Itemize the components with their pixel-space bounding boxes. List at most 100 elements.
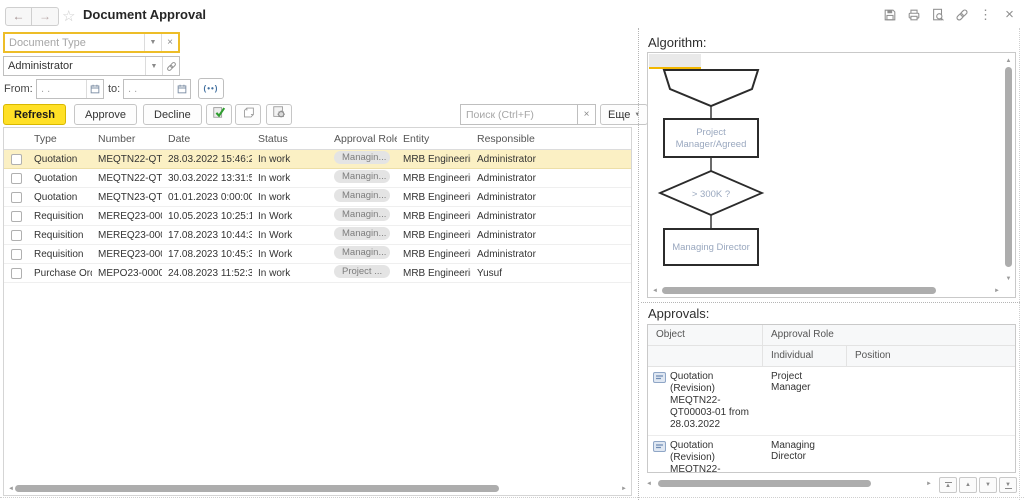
scroll-right-icon[interactable]: ►	[620, 486, 628, 492]
user-input[interactable]	[4, 57, 145, 75]
cell-number: MEREQ23-000...	[92, 249, 162, 260]
preview-icon[interactable]	[930, 7, 945, 22]
header-approval-role[interactable]: Approval Role	[763, 325, 1015, 345]
header-individual[interactable]: Individual	[763, 346, 847, 366]
scroll-left-icon[interactable]: ◄	[645, 481, 653, 487]
scroll-right-icon[interactable]: ►	[925, 481, 933, 487]
header-date[interactable]: Date	[162, 133, 252, 145]
back-button[interactable]: ←	[5, 7, 32, 26]
panel-splitter-vertical[interactable]	[638, 28, 639, 500]
algorithm-v-scrollbar[interactable]: ▲ ▼	[1004, 57, 1013, 283]
cell-type: Requisition	[28, 230, 92, 241]
approvals-h-scrollbar[interactable]: ◄ ►	[645, 479, 933, 488]
cell-entity: MRB Engineering ...	[397, 211, 471, 222]
user-field: ▼	[3, 56, 180, 76]
row-checkbox-cell	[4, 211, 28, 222]
document-type-clear-icon[interactable]: ×	[161, 34, 178, 51]
scroll-up-icon[interactable]: ▲	[1006, 57, 1012, 65]
panel-splitter-right[interactable]	[1019, 28, 1020, 500]
scroll-thumb[interactable]	[658, 480, 870, 487]
row-checkbox[interactable]	[11, 173, 22, 184]
more-menu-icon[interactable]: ⋮	[978, 7, 993, 22]
go-down-button[interactable]: ▼	[979, 477, 997, 493]
table-row[interactable]: RequisitionMEREQ23-000...17.08.2023 10:4…	[4, 226, 631, 245]
user-open-link-icon[interactable]	[162, 57, 179, 75]
document-type-dropdown-icon[interactable]: ▼	[144, 34, 161, 51]
row-checkbox[interactable]	[11, 230, 22, 241]
cell-status: In work	[252, 268, 328, 279]
scroll-left-icon[interactable]: ◄	[651, 288, 659, 294]
cell-entity: MRB Engineering ...	[397, 249, 471, 260]
cell-responsible: Administrator	[471, 173, 631, 184]
date-to-calendar-icon[interactable]	[173, 80, 190, 98]
scroll-left-icon[interactable]: ◄	[7, 486, 15, 492]
header-type[interactable]: Type	[28, 133, 92, 145]
header-position[interactable]: Position	[847, 346, 1015, 366]
search-input[interactable]	[460, 104, 578, 125]
scroll-right-icon[interactable]: ►	[993, 288, 1001, 294]
cell-responsible: Administrator	[471, 154, 631, 165]
cell-entity: MRB Engineering ...	[397, 268, 471, 279]
history-nav: ← →	[5, 7, 59, 26]
approve-button[interactable]: Approve	[74, 104, 137, 125]
document-type-input[interactable]	[5, 34, 144, 51]
row-checkbox-cell	[4, 230, 28, 241]
decline-button[interactable]: Decline	[143, 104, 202, 125]
header-number[interactable]: Number	[92, 133, 162, 145]
scroll-thumb[interactable]	[1005, 67, 1012, 267]
period-select-button[interactable]: (••)	[198, 78, 224, 99]
algorithm-h-scrollbar[interactable]: ◄ ►	[651, 286, 1001, 295]
date-to-input[interactable]	[124, 80, 173, 98]
cell-date: 24.08.2023 11:52:36	[162, 268, 252, 279]
save-icon[interactable]	[882, 7, 897, 22]
forward-button[interactable]: →	[32, 7, 59, 26]
header-status[interactable]: Status	[252, 133, 328, 145]
print-icon[interactable]	[906, 7, 921, 22]
table-row[interactable]: Purchase OrderMEPO23-0000424.08.2023 11:…	[4, 264, 631, 283]
report-settings-button[interactable]	[266, 104, 292, 125]
refresh-button[interactable]: Refresh	[3, 104, 66, 125]
header-approval-roles[interactable]: Approval Roles	[328, 133, 397, 145]
row-checkbox[interactable]	[11, 249, 22, 260]
row-checkbox[interactable]	[11, 154, 22, 165]
cell-type: Requisition	[28, 249, 92, 260]
documents-table-body: QuotationMEQTN22-QT0...28.03.2022 15:46:…	[4, 150, 631, 283]
table-row[interactable]: RequisitionMEREQ23-000...10.05.2023 10:2…	[4, 207, 631, 226]
go-up-button[interactable]: ▲	[959, 477, 977, 493]
header-object[interactable]: Object	[648, 325, 763, 345]
link-icon[interactable]	[954, 7, 969, 22]
approvals-row[interactable]: Quotation (Revision) MEQTN22-QT00003-01 …	[648, 367, 1015, 436]
copy-button[interactable]	[235, 104, 261, 125]
date-from-input[interactable]	[37, 80, 86, 98]
table-row[interactable]: RequisitionMEREQ23-000...17.08.2023 10:4…	[4, 245, 631, 264]
post-document-button[interactable]	[206, 104, 232, 125]
scroll-thumb[interactable]	[662, 287, 936, 294]
panel-splitter-horizontal[interactable]	[641, 302, 1020, 303]
documents-h-scrollbar[interactable]: ◄ ►	[7, 484, 628, 493]
table-row[interactable]: QuotationMEQTN23-QT0...01.01.2023 0:00:0…	[4, 188, 631, 207]
cell-status: In Work	[252, 249, 328, 260]
close-icon[interactable]: ×	[1002, 7, 1017, 22]
scroll-thumb[interactable]	[15, 485, 499, 492]
user-dropdown-icon[interactable]: ▼	[145, 57, 162, 75]
panel-splitter-bottom[interactable]	[0, 497, 1024, 498]
row-checkbox[interactable]	[11, 268, 22, 279]
row-checkbox[interactable]	[11, 211, 22, 222]
header-responsible[interactable]: Responsible	[471, 133, 631, 145]
approvals-row[interactable]: Quotation (Revision) MEQTN22-QT00003-01 …	[648, 436, 1015, 473]
go-last-button[interactable]: ▼	[999, 477, 1017, 493]
favorite-star-icon[interactable]: ☆	[62, 7, 75, 25]
scroll-down-icon[interactable]: ▼	[1006, 275, 1012, 283]
header-entity[interactable]: Entity	[397, 133, 471, 145]
approval-role-badge: Managin...	[334, 170, 390, 183]
approvals-table: Object Approval Role Individual Position…	[647, 324, 1016, 473]
row-checkbox[interactable]	[11, 192, 22, 203]
approval-role-badge: Managin...	[334, 151, 390, 164]
date-from-calendar-icon[interactable]	[86, 80, 103, 98]
table-row[interactable]: QuotationMEQTN22-QT0...30.03.2022 13:31:…	[4, 169, 631, 188]
go-first-button[interactable]: ▲	[939, 477, 957, 493]
more-button[interactable]: Еще ▼	[600, 104, 648, 125]
table-row[interactable]: QuotationMEQTN22-QT0...28.03.2022 15:46:…	[4, 150, 631, 169]
search-clear-icon[interactable]: ×	[578, 104, 596, 125]
cell-entity: MRB Engineering ...	[397, 230, 471, 241]
